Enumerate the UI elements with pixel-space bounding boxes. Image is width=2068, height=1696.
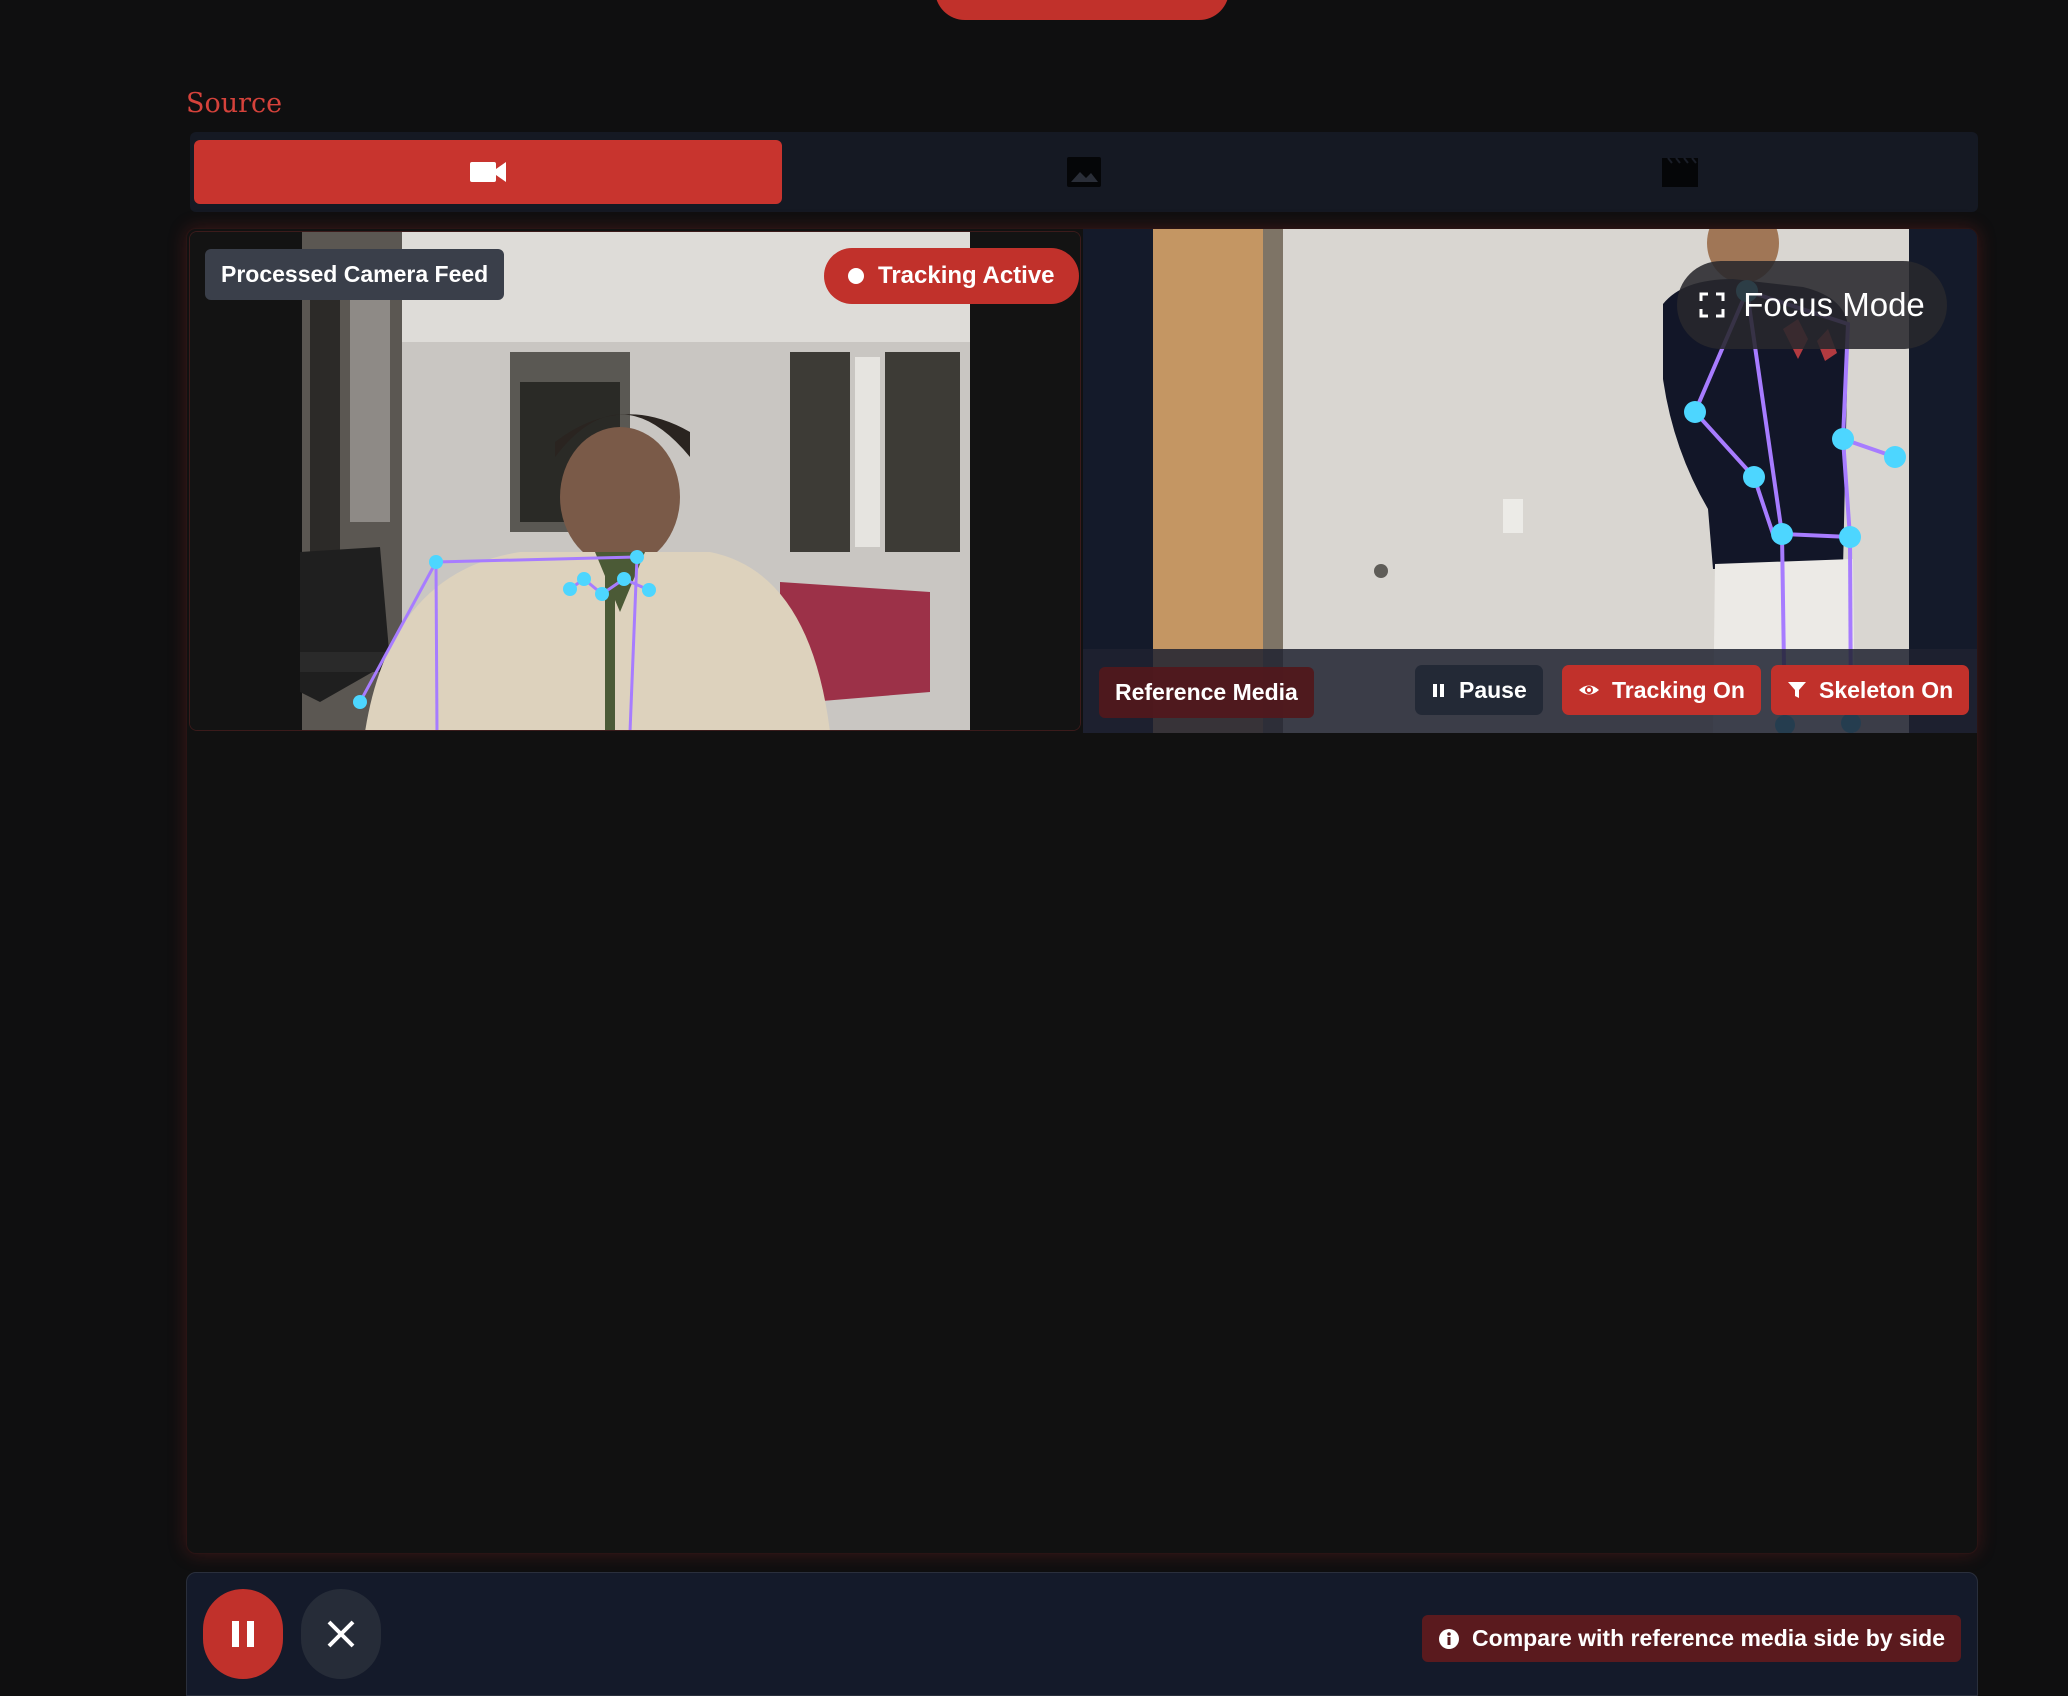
pause-icon — [1433, 684, 1444, 697]
tracking-toggle-label: Tracking On — [1612, 676, 1745, 703]
compare-hint-badge: Compare with reference media side by sid… — [1422, 1615, 1961, 1662]
filter-icon — [1788, 682, 1806, 698]
top-action-button[interactable] — [935, 0, 1229, 20]
skeleton-toggle-label: Skeleton On — [1819, 676, 1954, 703]
skeleton-toggle-button[interactable]: Skeleton On — [1771, 665, 1970, 715]
close-session-button[interactable] — [301, 1589, 381, 1679]
pause-label: Pause — [1459, 676, 1527, 703]
tracking-status-text: Tracking Active — [878, 262, 1055, 289]
focus-mode-label: Focus Mode — [1743, 286, 1925, 323]
tab-image[interactable] — [790, 140, 1378, 204]
compare-hint-text: Compare with reference media side by sid… — [1472, 1625, 1945, 1651]
comparison-panel: Processed Camera Feed Tracking Active Fo… — [186, 228, 1978, 1554]
reference-media-label: Reference Media — [1099, 667, 1314, 718]
pause-reference-button[interactable]: Pause — [1415, 665, 1543, 715]
recording-dot-icon — [848, 268, 864, 284]
fullscreen-icon — [1699, 292, 1725, 318]
pause-session-button[interactable] — [203, 1589, 283, 1679]
tracking-toggle-button[interactable]: Tracking On — [1562, 665, 1761, 715]
image-icon — [1067, 157, 1101, 187]
info-icon — [1439, 1628, 1460, 1649]
camera-video-frame — [190, 232, 1080, 730]
bottom-control-bar: Compare with reference media side by sid… — [186, 1572, 1978, 1696]
pause-icon — [232, 1621, 254, 1647]
close-icon — [327, 1620, 355, 1648]
film-icon — [1662, 157, 1698, 187]
source-section-label: Source — [186, 88, 283, 119]
tab-camera[interactable] — [194, 140, 782, 204]
video-camera-icon — [470, 162, 506, 182]
reference-media-panel: Focus Mode Reference Media Pause Trackin… — [1083, 229, 1977, 733]
eye-icon — [1579, 685, 1599, 695]
tab-video[interactable] — [1386, 140, 1974, 204]
camera-feed-label: Processed Camera Feed — [205, 249, 505, 300]
camera-feed: Processed Camera Feed Tracking Active — [189, 231, 1081, 731]
tracking-status-badge: Tracking Active — [824, 248, 1079, 304]
source-tabs — [190, 132, 1978, 212]
focus-mode-button[interactable]: Focus Mode — [1677, 261, 1947, 349]
